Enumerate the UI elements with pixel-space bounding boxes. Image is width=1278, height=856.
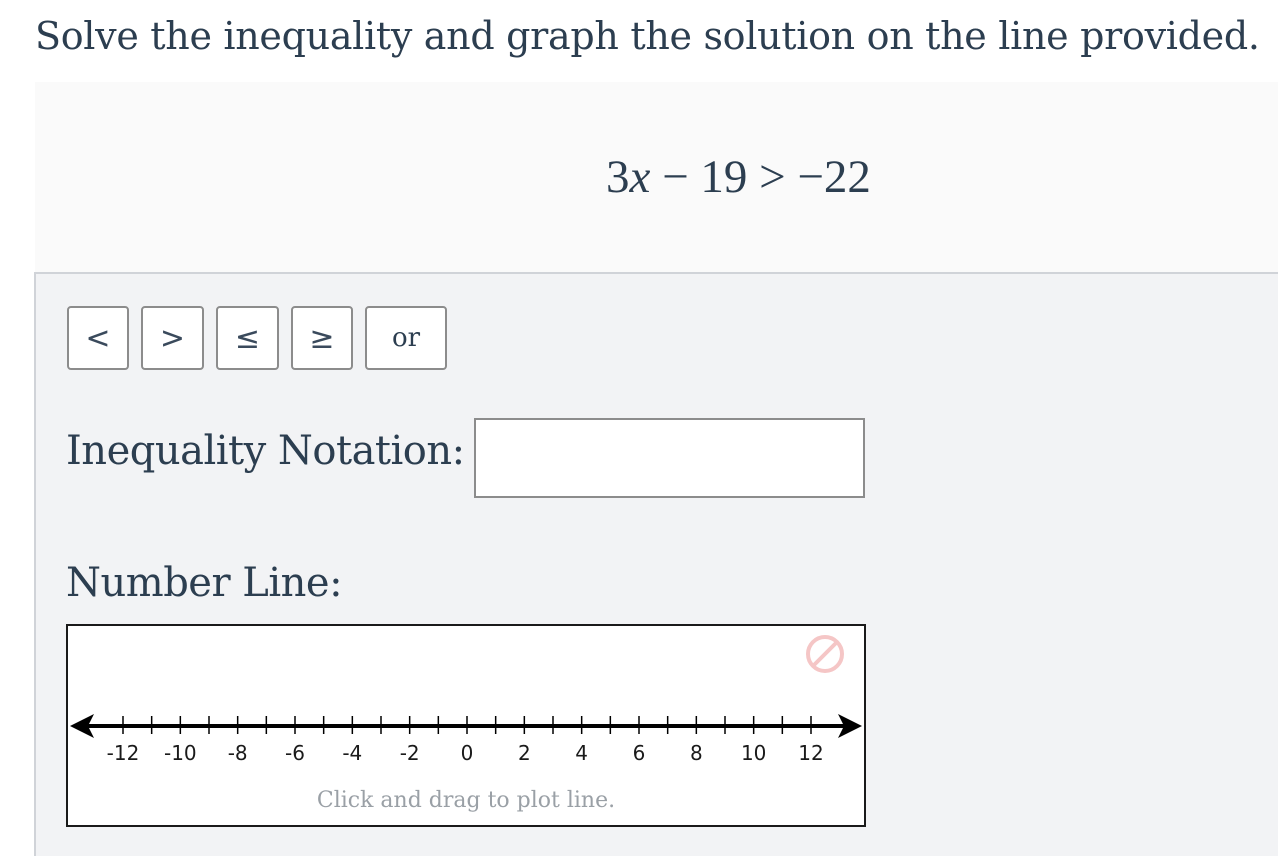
tick-label: -12 bbox=[107, 741, 140, 765]
tick-label: 12 bbox=[798, 741, 823, 765]
tick-label: 4 bbox=[575, 741, 588, 765]
equation-rest: − 19 > −22 bbox=[650, 151, 871, 203]
inequality-notation-input[interactable] bbox=[474, 418, 865, 498]
less-than-button[interactable]: < bbox=[67, 306, 129, 370]
tick-label: 0 bbox=[461, 741, 474, 765]
less-equal-button[interactable]: ≤ bbox=[216, 306, 279, 370]
tick-label: 6 bbox=[633, 741, 646, 765]
number-line-graph[interactable]: -12 -10 -8 -6 -4 -2 0 2 4 6 8 10 12 Click and drag t… bbox=[66, 624, 866, 827]
tick-label: -2 bbox=[400, 741, 420, 765]
greater-than-button[interactable]: > bbox=[141, 306, 204, 370]
no-entry-icon[interactable] bbox=[806, 635, 844, 673]
tick-label: 10 bbox=[741, 741, 766, 765]
plot-hint: Click and drag to plot line. bbox=[316, 788, 616, 813]
tick-label: 8 bbox=[690, 741, 703, 765]
or-button[interactable]: or bbox=[365, 306, 447, 370]
tick-label: 2 bbox=[518, 741, 531, 765]
tick-label: -8 bbox=[228, 741, 248, 765]
tick-label: -10 bbox=[164, 741, 197, 765]
tick-label: -6 bbox=[285, 741, 305, 765]
equation-variable: x bbox=[629, 151, 651, 203]
greater-equal-button[interactable]: ≥ bbox=[291, 306, 353, 370]
question-prompt: Solve the inequality and graph the solut… bbox=[35, 14, 1260, 58]
number-line-label: Number Line: bbox=[66, 560, 343, 606]
equation-margin bbox=[0, 82, 35, 272]
tick-label: -4 bbox=[342, 741, 362, 765]
inequality-equation: 3x − 19 > −22 bbox=[606, 150, 871, 204]
inequality-notation-label: Inequality Notation: bbox=[66, 428, 465, 474]
equation-coefficient: 3 bbox=[606, 151, 630, 203]
